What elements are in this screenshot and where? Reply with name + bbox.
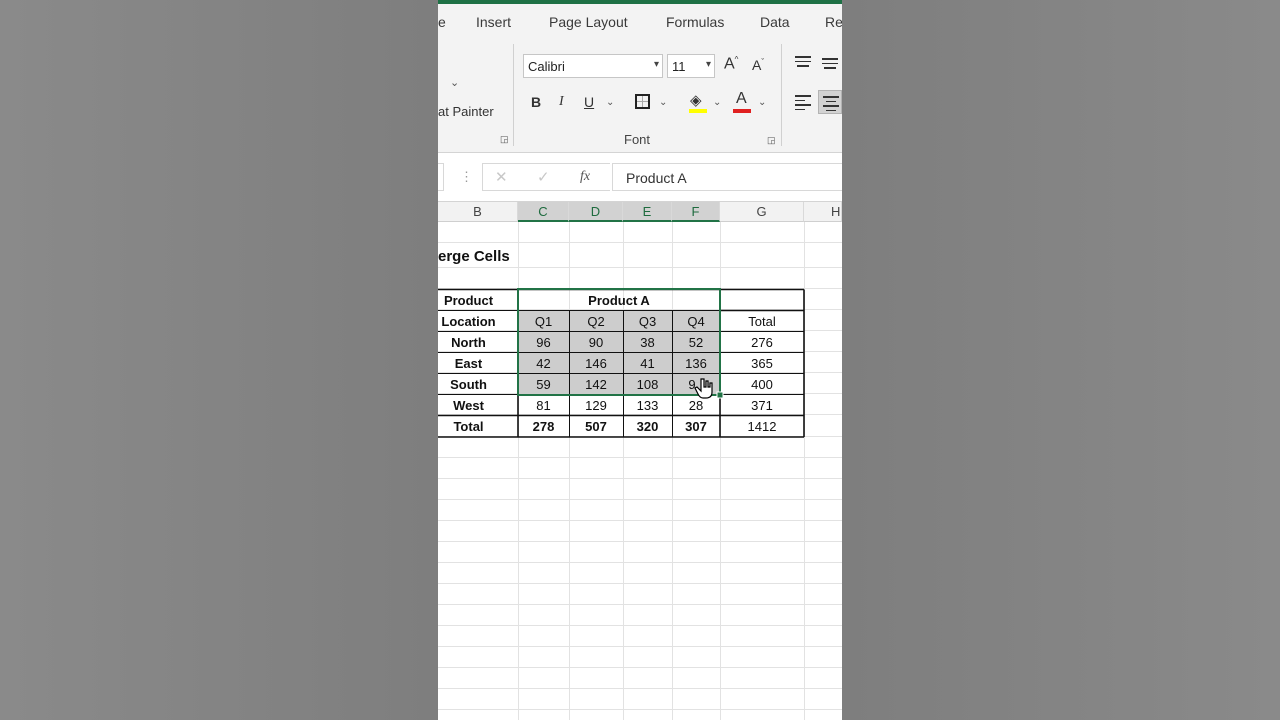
left-background [0, 0, 438, 720]
hand-cursor-icon [694, 378, 713, 399]
excel-window: e Insert Page Layout Formulas Data Re ⌄ … [438, 0, 842, 720]
right-background [842, 0, 1280, 720]
table-borders [438, 288, 805, 438]
